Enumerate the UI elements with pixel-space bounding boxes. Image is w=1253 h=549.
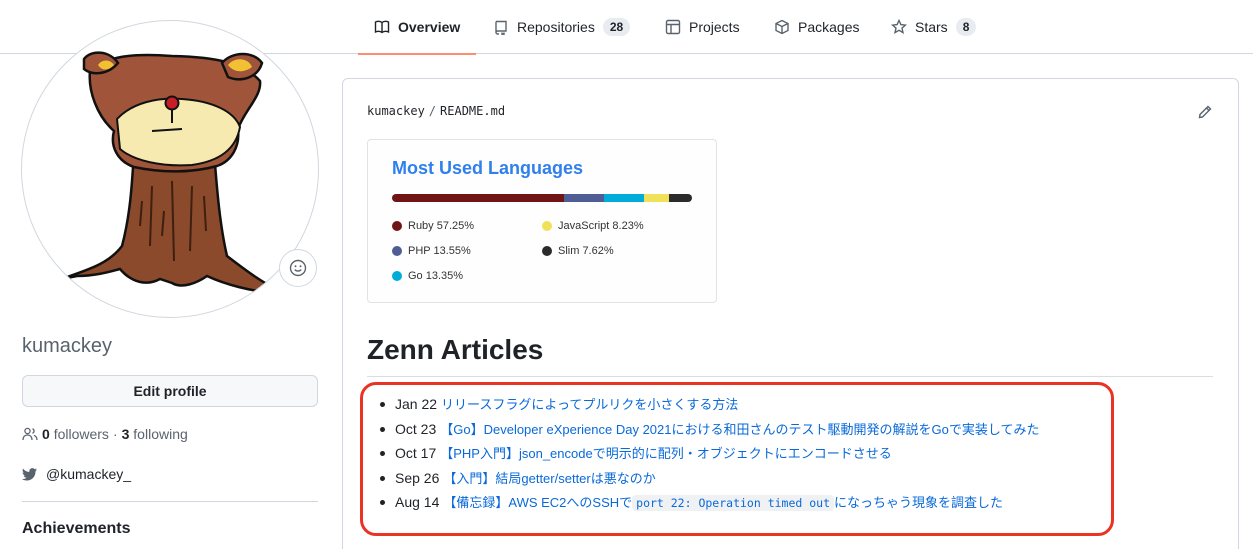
language-item-php: PHP 13.55% bbox=[392, 245, 471, 257]
tab-packages-label: Packages bbox=[798, 19, 860, 35]
repositories-count: 28 bbox=[602, 18, 631, 36]
language-label: Slim 7.62% bbox=[558, 245, 614, 257]
follow-stats: 0 followers · 3 following bbox=[22, 426, 188, 442]
followers-count: 0 bbox=[42, 426, 50, 442]
tab-packages[interactable]: Packages bbox=[774, 0, 859, 54]
readme-owner-link[interactable]: kumackey bbox=[367, 104, 425, 118]
avatar[interactable] bbox=[21, 20, 319, 318]
table-icon bbox=[665, 19, 681, 35]
book-icon bbox=[374, 20, 390, 34]
zenn-articles-heading: Zenn Articles bbox=[367, 334, 544, 365]
package-icon bbox=[775, 19, 789, 35]
tab-repositories[interactable]: Repositories 28 bbox=[493, 0, 631, 54]
language-label: Go 13.35% bbox=[408, 270, 464, 282]
following-label: following bbox=[133, 426, 188, 442]
slim-color-dot bbox=[542, 246, 552, 256]
tab-projects-label: Projects bbox=[689, 19, 740, 35]
following-count: 3 bbox=[121, 426, 130, 442]
language-item-go: Go 13.35% bbox=[392, 270, 463, 282]
tab-overview-label: Overview bbox=[398, 19, 461, 35]
tab-overview[interactable]: Overview bbox=[357, 0, 477, 55]
language-label: Ruby 57.25% bbox=[408, 220, 475, 232]
following-link[interactable]: 3 following bbox=[122, 426, 188, 442]
stars-count: 8 bbox=[955, 18, 977, 36]
languages-bar bbox=[392, 194, 692, 202]
readme-path: kumackey / README.md bbox=[367, 104, 505, 118]
language-item-javascript: JavaScript 8.23% bbox=[542, 220, 644, 232]
language-bar-segment bbox=[604, 194, 645, 202]
readme-file-link[interactable]: README.md bbox=[440, 104, 505, 118]
tab-projects[interactable]: Projects bbox=[665, 0, 740, 54]
pencil-icon[interactable] bbox=[1197, 104, 1213, 120]
tab-stars[interactable]: Stars 8 bbox=[891, 0, 977, 54]
twitter-handle: @kumackey_ bbox=[46, 466, 132, 482]
language-label: JavaScript 8.23% bbox=[558, 220, 644, 232]
tab-repositories-label: Repositories bbox=[517, 19, 595, 35]
most-used-languages-card: Most Used Languages Ruby 57.25% PHP 13.5… bbox=[367, 139, 717, 303]
profile-username: kumackey bbox=[22, 335, 113, 357]
followers-label: followers bbox=[53, 426, 109, 442]
repo-icon bbox=[495, 20, 507, 35]
sidebar-divider bbox=[22, 501, 318, 502]
readme-path-separator: / bbox=[428, 104, 437, 118]
people-icon bbox=[22, 427, 38, 441]
highlight-annotation-box bbox=[360, 382, 1114, 536]
language-item-slim: Slim 7.62% bbox=[542, 245, 614, 257]
twitter-icon bbox=[22, 468, 37, 481]
javascript-color-dot bbox=[542, 221, 552, 231]
heading-rule bbox=[367, 376, 1213, 377]
twitter-link[interactable]: @kumackey_ bbox=[22, 466, 131, 482]
follow-separator: · bbox=[112, 426, 118, 442]
achievements-heading: Achievements bbox=[22, 520, 131, 537]
language-bar-segment bbox=[392, 194, 564, 202]
ruby-color-dot bbox=[392, 221, 402, 231]
tab-stars-label: Stars bbox=[915, 19, 948, 35]
language-bar-segment bbox=[669, 194, 692, 202]
edit-profile-button[interactable]: Edit profile bbox=[22, 375, 318, 407]
smiley-icon bbox=[289, 259, 307, 277]
language-bar-segment bbox=[644, 194, 670, 202]
language-item-ruby: Ruby 57.25% bbox=[392, 220, 474, 232]
php-color-dot bbox=[392, 246, 402, 256]
star-icon bbox=[891, 19, 907, 34]
go-color-dot bbox=[392, 271, 402, 281]
bear-stump-avatar-image bbox=[61, 51, 285, 295]
language-label: PHP 13.55% bbox=[408, 245, 471, 257]
languages-card-title: Most Used Languages bbox=[392, 158, 584, 178]
followers-link[interactable]: 0 followers bbox=[42, 426, 109, 442]
set-status-button[interactable] bbox=[279, 249, 317, 287]
language-bar-segment bbox=[563, 194, 605, 202]
